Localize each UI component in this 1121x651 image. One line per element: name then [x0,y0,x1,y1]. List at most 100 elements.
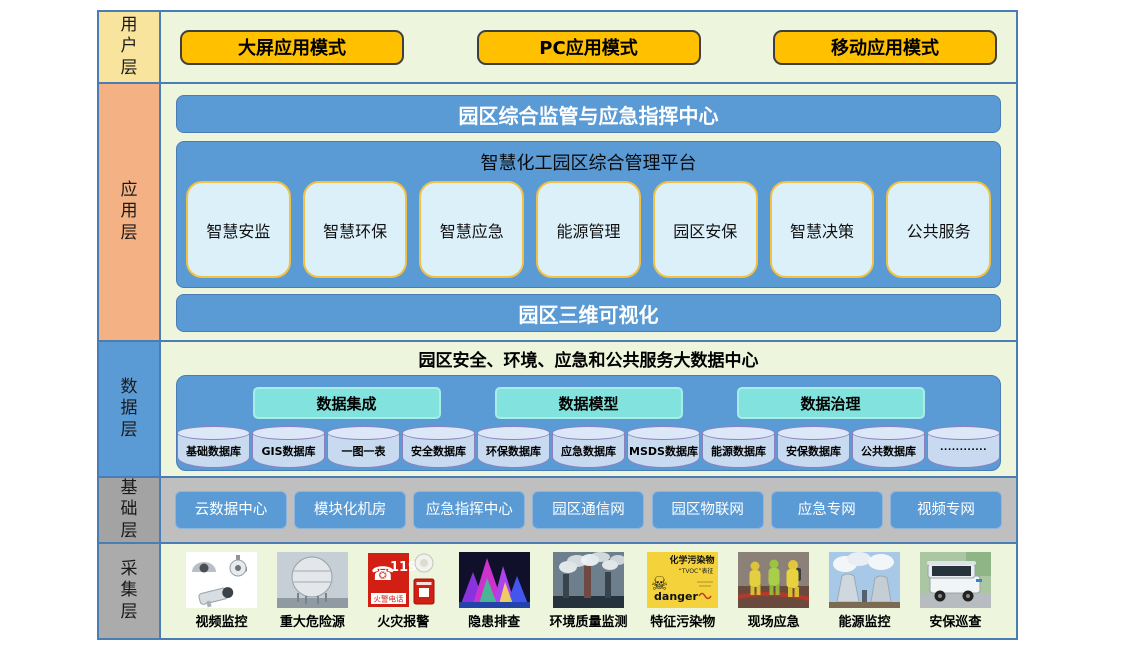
module-smart-emergency: 智慧应急 [419,181,524,278]
collection-item-characteristic-pollutants: 化学污染物 “TVOC”表征 ☠ danger 特征污染物 [647,552,718,630]
architecture-diagram: 用户层 大屏应用模式 PC应用模式 移动应用模式 应用层 园区综合监管与应急指挥… [97,10,1018,640]
poster-title: 化学污染物 [670,554,715,566]
db-label: 环保数据库 [474,443,553,459]
db-emergency: 应急数据库 [552,426,625,468]
db-msds: MSDS数据库 [627,426,700,468]
layer-label-infrastructure-text: 基础层 [119,478,139,542]
layer-label-user: 用户层 [99,12,159,82]
db-more: ............ [927,426,1000,468]
module-row: 智慧安监 智慧环保 智慧应急 能源管理 园区安保 智慧决策 公共服务 [177,175,1000,287]
collection-item-video-surveillance: 视频监控 [186,552,257,630]
layer-label-application-text: 应用层 [119,180,139,244]
db-label: 基础数据库 [174,443,253,459]
collection-label: 视频监控 [195,611,247,630]
infra-cloud-data-center: 云数据中心 [175,491,287,529]
cctv-cameras-photo [186,552,257,608]
platform-container: 智慧化工园区综合管理平台 智慧安监 智慧环保 智慧应急 能源管理 园区安保 智慧… [176,141,1001,288]
park-3d-visualization-bar: 园区三维可视化 [176,294,1001,332]
collection-item-fire-alarm: ☎ 119 火警电话 火灾报警 [368,552,439,630]
module-smart-environment: 智慧环保 [303,181,408,278]
cylinder-top [852,426,925,440]
layer-label-data-text: 数据层 [119,377,139,441]
collection-label: 安保巡查 [929,611,981,630]
db-label: 安保数据库 [774,443,853,459]
layer-label-user-text: 用户层 [119,15,139,79]
db-label: 一图一表 [324,443,403,459]
db-gis: GIS数据库 [252,426,325,468]
hazmat-responders-photo [738,552,809,608]
cylinder-top [702,426,775,440]
infra-video-private-network: 视频专网 [890,491,1002,529]
user-layer-panel: 大屏应用模式 PC应用模式 移动应用模式 [161,12,1016,82]
cylinder-top [477,426,550,440]
fire-caption: 火警电话 [373,594,403,604]
command-center-bar: 园区综合监管与应急指挥中心 [176,95,1001,133]
db-security: 安保数据库 [777,426,850,468]
database-row: 基础数据库 GIS数据库 一图一表 安全数据库 环保数据库 应急数据库 MSDS… [177,426,1000,468]
mode-button-pc: PC应用模式 [477,30,701,65]
cylinder-top [777,426,850,440]
cylinder-top [177,426,250,440]
layer-label-collection-text: 采集层 [119,559,139,623]
db-energy: 能源数据库 [702,426,775,468]
db-public: 公共数据库 [852,426,925,468]
collection-item-major-hazard: 重大危险源 [277,552,348,630]
collection-label: 隐患排查 [468,611,520,630]
cylinder-top [252,426,325,440]
collection-label: 能源监控 [839,611,891,630]
cylinder-top [552,426,625,440]
collection-item-env-quality: 环境质量监测 [549,552,627,630]
infra-park-communication-network: 园区通信网 [532,491,644,529]
cylinder-top [327,426,400,440]
patrol-cart-photo [920,552,991,608]
db-label: 应急数据库 [549,443,628,459]
data-function-row: 数据集成 数据模型 数据治理 [177,387,1000,419]
db-label: 能源数据库 [699,443,778,459]
application-layer-panel: 园区综合监管与应急指挥中心 智慧化工园区综合管理平台 智慧安监 智慧环保 智慧应… [161,84,1016,340]
module-smart-safety: 智慧安监 [186,181,291,278]
layer-label-collection: 采集层 [99,544,159,638]
infrastructure-layer-panel: 云数据中心 模块化机房 应急指挥中心 园区通信网 园区物联网 应急专网 视频专网 [161,478,1016,542]
module-energy-management: 能源管理 [536,181,641,278]
module-public-service: 公共服务 [886,181,991,278]
poster-danger-word: danger [654,590,698,603]
fire-number: 119 [390,560,417,575]
smokestacks-photo [553,552,624,608]
fire-alarm-sign-photo: ☎ 119 火警电话 [368,552,439,608]
db-label: ............ [924,443,1003,453]
module-park-security: 园区安保 [653,181,758,278]
layer-label-infrastructure: 基础层 [99,478,159,542]
data-container: 数据集成 数据模型 数据治理 基础数据库 GIS数据库 一图一表 安全数据库 环… [176,375,1001,471]
hazard-heatmap-photo [459,552,530,608]
infra-park-iot-network: 园区物联网 [652,491,764,529]
function-data-integration: 数据集成 [253,387,441,419]
collection-layer-panel: 视频监控 重大危险源 ☎ 119 [161,544,1016,638]
cylinder-top [402,426,475,440]
mode-button-bigscreen: 大屏应用模式 [180,30,404,65]
db-label: MSDS数据库 [624,443,703,459]
big-data-center-title: 园区安全、环境、应急和公共服务大数据中心 [161,346,1016,371]
data-layer-panel: 园区安全、环境、应急和公共服务大数据中心 数据集成 数据模型 数据治理 基础数据… [161,342,1016,476]
collection-item-energy-monitoring: 能源监控 [829,552,900,630]
db-safety: 安全数据库 [402,426,475,468]
layer-label-data: 数据层 [99,342,159,476]
cylinder-top [627,426,700,440]
pollutant-danger-poster-photo: 化学污染物 “TVOC”表征 ☠ danger [647,552,718,608]
db-label: GIS数据库 [249,443,328,459]
infra-emergency-private-network: 应急专网 [771,491,883,529]
module-smart-decision: 智慧决策 [770,181,875,278]
function-data-governance: 数据治理 [737,387,925,419]
spherical-tank-photo [277,552,348,608]
layer-label-application: 应用层 [99,84,159,340]
db-label: 安全数据库 [399,443,478,459]
db-one-map-one-table: 一图一表 [327,426,400,468]
collection-label: 火灾报警 [377,611,429,630]
db-environment: 环保数据库 [477,426,550,468]
collection-item-hazard-screening: 隐患排查 [459,552,530,630]
cylinder-top [927,426,1000,440]
poster-subtitle: “TVOC”表征 [679,567,714,575]
infra-modular-machine-room: 模块化机房 [294,491,406,529]
collection-label: 环境质量监测 [549,611,627,630]
platform-title: 智慧化工园区综合管理平台 [177,142,1000,175]
power-plant-photo [829,552,900,608]
